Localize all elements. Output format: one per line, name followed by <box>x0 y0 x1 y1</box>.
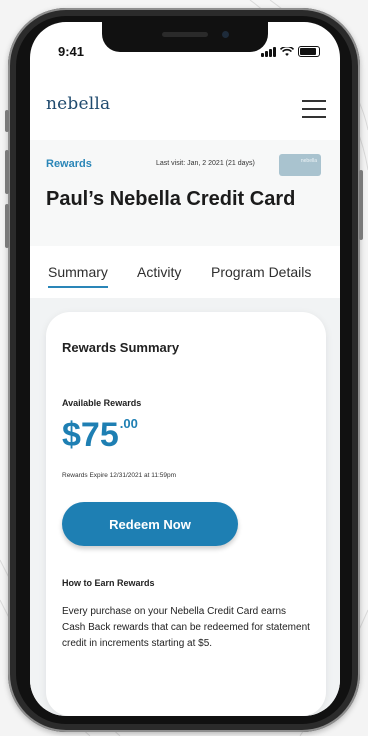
page-title: Paul’s Nebella Credit Card <box>46 188 296 210</box>
card-heading: Rewards Summary <box>62 340 180 355</box>
volume-down-button <box>5 204 9 248</box>
status-icons <box>261 46 320 57</box>
power-button <box>359 170 363 240</box>
credit-card-image: nebella <box>279 154 321 176</box>
card-banner: Rewards Last visit: Jan, 2 2021 (21 days… <box>30 140 340 246</box>
screen: 9:41 nebella Rewards Last visit: Jan, 2 … <box>30 22 340 716</box>
rewards-amount: $75.00 <box>62 416 138 455</box>
volume-up-button <box>5 150 9 194</box>
section-label: Rewards <box>46 158 92 170</box>
status-time: 9:41 <box>58 44 85 59</box>
battery-icon <box>298 46 320 57</box>
card-brand-text: nebella <box>300 158 317 164</box>
last-visit-text: Last visit: Jan, 2 2021 (21 days) <box>156 160 255 167</box>
available-rewards-label: Available Rewards <box>62 398 142 408</box>
wifi-icon <box>280 47 294 56</box>
tab-activity[interactable]: Activity <box>137 264 181 280</box>
notch <box>102 22 268 52</box>
tab-bar: Summary Activity Program Details <box>30 252 340 296</box>
redeem-now-button[interactable]: Redeem Now <box>62 502 238 546</box>
rewards-amount-dollars: $75 <box>62 416 119 454</box>
tab-program-details[interactable]: Program Details <box>211 264 311 280</box>
rewards-amount-cents: .00 <box>119 416 138 431</box>
speaker <box>162 32 208 37</box>
front-camera <box>222 31 229 38</box>
how-to-earn-text: Every purchase on your Nebella Credit Ca… <box>62 606 310 649</box>
tab-summary[interactable]: Summary <box>48 264 108 288</box>
menu-icon[interactable] <box>302 98 326 120</box>
how-to-earn-heading: How to Earn Rewards <box>62 578 155 588</box>
nebella-logo[interactable]: nebella <box>46 94 110 114</box>
rewards-summary-card: Rewards Summary Available Rewards $75.00… <box>46 312 326 716</box>
app-header: nebella <box>30 74 340 140</box>
mute-switch <box>5 110 9 132</box>
signal-icon <box>261 47 276 57</box>
rewards-expiry-text: Rewards Expire 12/31/2021 at 11:59pm <box>62 472 177 479</box>
